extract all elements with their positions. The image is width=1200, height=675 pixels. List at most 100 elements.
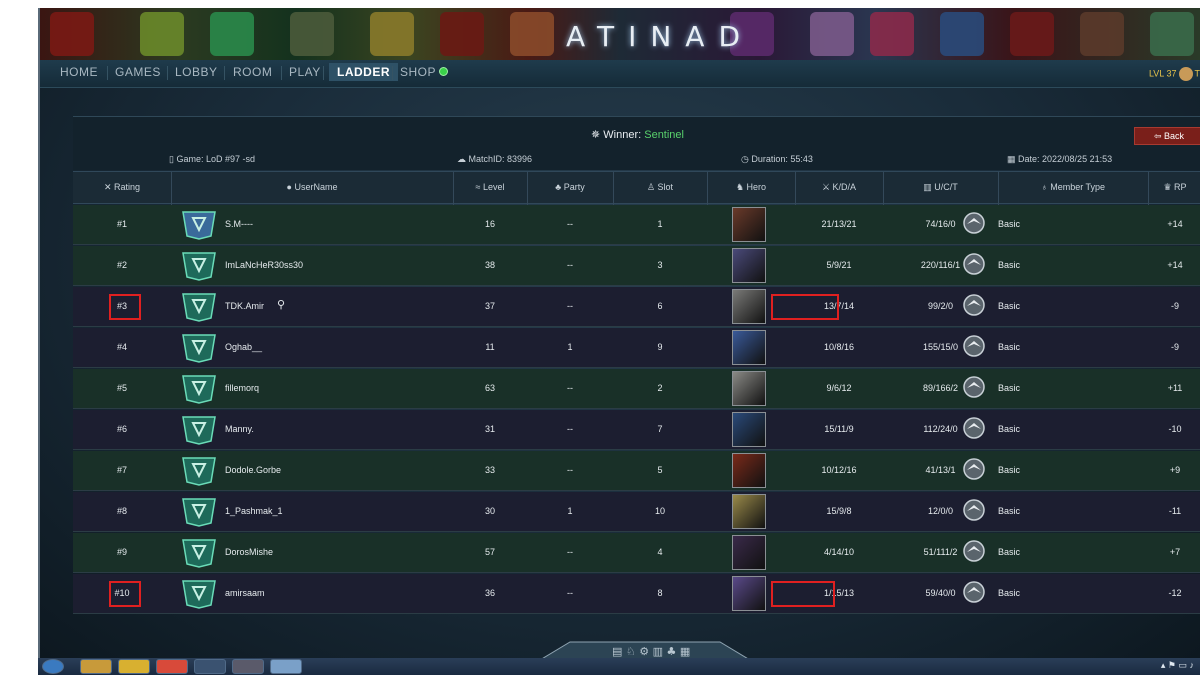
cell-username[interactable]: Manny. [225,424,254,434]
member-wings-icon [962,580,986,604]
cell-party: -- [567,547,573,557]
hero-portrait-icon[interactable] [732,248,766,283]
rank-badge-icon [181,577,217,609]
cell-username[interactable]: 1_Pashmak_1 [225,506,283,516]
explorer-taskbar-icon[interactable] [80,659,112,674]
hero-portrait-icon[interactable] [732,576,766,611]
winner-team: Sentinel [644,129,684,141]
user-name-text: T [1194,68,1200,79]
member-wings-icon [962,334,986,358]
cell-party: -- [567,465,573,475]
table-row[interactable]: #9 57 -- 4 4/14/10 51/111/2 +7 DorosMishe Basic [73,533,1200,573]
cloud-icon: ☁ [457,154,469,164]
back-icon: ⇦ [1153,131,1165,141]
nav-shop[interactable]: SHOP [400,65,449,79]
table-row[interactable]: #8 30 1 10 15/9/8 12/0/0 -11 1_Pashmak_1 Basic [73,492,1200,532]
bottom-toolbar: ▤ ♘ ⚙ ▥ ♣ ▦ [542,641,748,658]
table-row[interactable]: #3 37 -- 6 13/7/14 99/2/0 -9 TDK.Amir ⚲ Basic [73,287,1200,327]
cell-member-type: Basic [998,260,1021,270]
table-row[interactable]: #5 63 -- 2 9/6/12 89/166/2 +11 fillemorq Basic [73,369,1200,409]
cell-slot: 8 [657,588,663,598]
col-rp[interactable]: ♛ RP [1148,182,1200,193]
shop-status-icon [439,67,449,76]
calendar-icon: ▦ [1007,154,1019,164]
cell-rp: +9 [1169,465,1181,475]
cell-username[interactable]: ImLaNcHeR30ss30 [225,260,303,270]
hero-portrait-icon [290,12,334,56]
highlight-box [109,294,141,320]
col-username[interactable]: ● UserName [171,182,453,192]
system-tray-icon[interactable]: ▴ ⚑ ▭ ♪ [1161,660,1194,671]
user-level[interactable]: LVL 37 T [1149,67,1200,81]
chrome-taskbar-icon[interactable] [156,659,188,674]
table-row[interactable]: #7 33 -- 5 10/12/16 41/13/1 +9 Dodole.Gorbe Basi… [73,451,1200,491]
col-kda[interactable]: ⚔ K/D/A [795,182,883,193]
game-name: Game: LoD #97 -sd [176,154,255,164]
hero-portrait-icon[interactable] [732,412,766,447]
nav-home[interactable]: HOME [60,65,98,79]
col-uct[interactable]: ▥ U/C/T [883,182,998,193]
cell-slot: 3 [657,260,663,270]
table-row[interactable]: #2 38 -- 3 5/9/21 220/116/1 +14 ImLaNcHeR30ss30… [73,246,1200,286]
hero-portrait-icon [810,12,854,56]
highlight-box [109,581,141,607]
cell-username[interactable]: TDK.Amir [225,301,264,311]
cell-rating: #6 [116,424,127,434]
trophy-icon: ♛ [1163,182,1175,192]
nav-ladder[interactable]: LADDER [329,63,398,81]
cell-rating: #4 [116,342,127,352]
notes-taskbar-icon[interactable] [118,659,150,674]
col-slot-label: Slot [657,182,674,192]
start-button[interactable] [42,659,64,674]
hero-portrait-icon[interactable] [732,535,766,570]
nav-play[interactable]: PLAY [289,65,321,79]
match-date: Date: 2022/08/25 21:53 [1018,154,1113,164]
hero-portrait-icon[interactable] [732,494,766,529]
cell-kda: 9/6/12 [826,383,852,393]
cell-username[interactable]: Dodole.Gorbe [225,465,281,475]
col-slot[interactable]: ♙ Slot [613,182,707,193]
game-launcher-taskbar-icon[interactable] [194,659,226,674]
col-member-type[interactable]: ♁ Member Type [998,182,1148,192]
cell-username[interactable]: Oghab__ [225,342,262,352]
col-level[interactable]: ≈ Level [453,182,527,192]
nav-lobby[interactable]: LOBBY [175,65,218,79]
cell-level: 33 [484,465,495,475]
cell-username[interactable]: fillemorq [225,383,259,393]
duration: Duration: 55:43 [751,154,813,164]
table-row[interactable]: #6 31 -- 7 15/11/9 112/24/0 -10 Manny. Basic [73,410,1200,450]
col-hero[interactable]: ♞ Hero [707,182,795,193]
cell-slot: 1 [657,219,663,229]
warcraft-taskbar-icon[interactable] [232,659,264,674]
cell-member-type: Basic [998,383,1021,393]
hero-portrait-icon[interactable] [732,453,766,488]
os-taskbar: ▴ ⚑ ▭ ♪ [38,658,1200,675]
hero-portrait-icon[interactable] [732,330,766,365]
member-wings-icon [962,539,986,563]
table-row[interactable]: #4 11 1 9 10/8/16 155/15/0 -9 Oghab__ Basic [73,328,1200,368]
hero-portrait-icon [1150,12,1194,56]
back-button[interactable]: ⇦ Back [1134,127,1200,145]
cell-username[interactable]: amirsaam [225,588,265,598]
cell-slot: 2 [657,383,663,393]
cell-party: -- [567,219,573,229]
col-kda-label: K/D/A [832,182,857,192]
cell-username[interactable]: S.M---- [225,219,253,229]
col-rating[interactable]: ✕ Rating [73,182,171,193]
hero-portrait-icon[interactable] [732,371,766,406]
cell-username[interactable]: DorosMishe [225,547,273,557]
cell-member-type: Basic [998,301,1021,311]
nav-room[interactable]: ROOM [233,65,272,79]
hero-portrait-icon [210,12,254,56]
cell-level: 57 [484,547,495,557]
table-row[interactable]: #10 36 -- 8 1/15/13 59/40/0 -12 amirsaam Basic [73,574,1200,614]
table-row[interactable]: #1 16 -- 1 21/13/21 74/16/0 +14 S.M---- Basic [73,205,1200,245]
clock-icon: ◷ [741,154,752,164]
col-party[interactable]: ♣ Party [527,182,613,192]
hero-portrait-icon[interactable] [732,207,766,242]
hero-portrait-icon [510,12,554,56]
paint-taskbar-icon[interactable] [270,659,302,674]
cell-rating: #5 [116,383,127,393]
hero-portrait-icon[interactable] [732,289,766,324]
nav-games[interactable]: GAMES [115,65,161,79]
